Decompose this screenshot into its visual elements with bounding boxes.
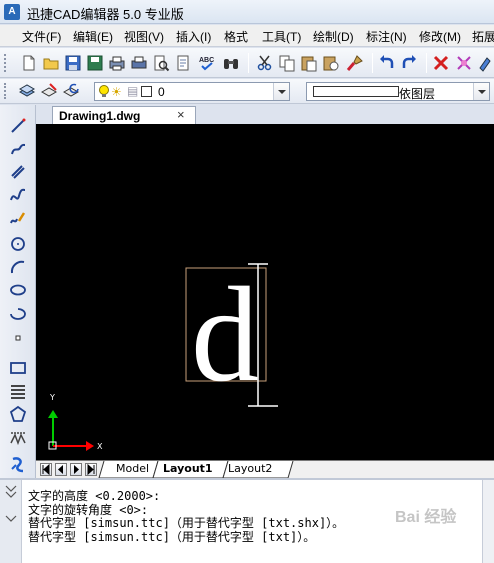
polyline-tool-icon[interactable] bbox=[9, 140, 27, 158]
menu-file[interactable]: 文件(F) bbox=[22, 28, 61, 45]
layer-lock-icon[interactable]: ▤ bbox=[127, 84, 138, 98]
linetype-value: 依图层 bbox=[399, 87, 436, 101]
toolbar-separator bbox=[248, 53, 249, 73]
layer-manager-icon[interactable] bbox=[18, 82, 36, 100]
tab-layout2[interactable]: Layout2 bbox=[228, 462, 272, 478]
block-tool-icon[interactable] bbox=[9, 455, 27, 473]
sketch-tool-icon[interactable] bbox=[9, 209, 27, 227]
revcloud-tool-icon[interactable] bbox=[9, 428, 27, 446]
command-scrollbar[interactable] bbox=[482, 480, 494, 563]
tab-layout1[interactable]: Layout1 bbox=[163, 462, 213, 478]
new-file-icon[interactable] bbox=[20, 54, 38, 72]
menu-bar: 文件(F) 编辑(E) 视图(V) 插入(I) 格式 工具(T) 绘制(D) 标… bbox=[0, 25, 494, 47]
toolbar-grip[interactable] bbox=[4, 83, 8, 99]
tab-model[interactable]: Model bbox=[116, 462, 149, 478]
tab-drawing1[interactable]: Drawing1.dwg × bbox=[52, 106, 196, 124]
linetype-swatch bbox=[313, 86, 399, 97]
app-logo-icon: A bbox=[4, 4, 20, 20]
document-tab-strip: Drawing1.dwg × bbox=[36, 105, 494, 124]
layer-name: 0 bbox=[158, 85, 165, 99]
draw-toolbar bbox=[0, 105, 36, 485]
ucs-y-label: Y bbox=[49, 393, 55, 402]
chevron-down-icon[interactable] bbox=[273, 83, 289, 100]
menu-draw[interactable]: 绘制(D) bbox=[313, 28, 354, 45]
layer-state-icon[interactable] bbox=[40, 82, 58, 100]
ucs-x-arrow-icon bbox=[86, 441, 94, 451]
point-tool-icon[interactable] bbox=[9, 329, 27, 347]
toolbar-separator bbox=[372, 53, 373, 73]
linetype-dropdown[interactable]: 依图层 bbox=[306, 82, 490, 101]
cut-scissors-icon[interactable] bbox=[256, 54, 274, 72]
explode-icon[interactable] bbox=[455, 54, 473, 72]
layer-dropdown[interactable]: ☀ ▤ 0 bbox=[94, 82, 290, 101]
command-history: 文字的高度 <0.2000>: 文字的旋转角度 <0>: 替代字型 [simsun.… bbox=[28, 489, 345, 544]
match-properties-brush-icon[interactable] bbox=[346, 54, 364, 72]
text-entity-d[interactable]: d bbox=[191, 260, 259, 410]
document-tab-label: Drawing1.dwg bbox=[59, 109, 141, 123]
polygon-tool-icon[interactable] bbox=[9, 405, 27, 423]
layer-freeze-sun-icon[interactable]: ☀ bbox=[111, 85, 122, 99]
command-line: 文字的旋转角度 <0>: bbox=[28, 502, 149, 517]
cad-editor-window: A 迅捷CAD编辑器 5.0 专业版 文件(F) 编辑(E) 视图(V) 插入(… bbox=[0, 0, 494, 563]
next-layout-button[interactable] bbox=[70, 463, 82, 476]
layer-color-swatch[interactable] bbox=[141, 86, 152, 97]
toolbar-separator bbox=[426, 53, 427, 73]
line-tool-icon[interactable] bbox=[9, 117, 27, 135]
menu-extend[interactable]: 拓展 bbox=[472, 28, 494, 45]
close-icon[interactable]: × bbox=[177, 107, 185, 122]
multiline-tool-icon[interactable] bbox=[9, 163, 27, 181]
command-window-grip[interactable] bbox=[0, 480, 22, 563]
layer-toolbar: ☀ ▤ 0 依图层 bbox=[0, 79, 494, 104]
circle-tool-icon[interactable] bbox=[9, 235, 27, 253]
save-as-icon[interactable] bbox=[86, 54, 104, 72]
layer-on-bulb-icon[interactable] bbox=[98, 84, 110, 102]
toolbar-grip[interactable] bbox=[4, 54, 8, 72]
ucs-y-arrow-icon bbox=[48, 410, 58, 418]
command-line: 文字的高度 <0.2000>: bbox=[28, 489, 161, 503]
chevron-down-icon[interactable] bbox=[473, 83, 489, 100]
watermark: Bai 经验 bbox=[395, 509, 457, 526]
first-layout-button[interactable] bbox=[40, 463, 52, 476]
drawing-canvas[interactable]: d Y X bbox=[36, 124, 494, 460]
menu-tools[interactable]: 工具(T) bbox=[262, 28, 301, 45]
find-binoculars-icon[interactable] bbox=[222, 54, 240, 72]
layer-previous-icon[interactable] bbox=[62, 82, 80, 100]
ellipse-tool-icon[interactable] bbox=[9, 281, 27, 299]
spline-tool-icon[interactable] bbox=[9, 186, 27, 204]
title-bar: A 迅捷CAD编辑器 5.0 专业版 bbox=[0, 0, 494, 24]
window-title: 迅捷CAD编辑器 5.0 专业版 bbox=[27, 7, 184, 22]
ucs-x-label: X bbox=[97, 442, 103, 451]
paste-icon[interactable] bbox=[300, 54, 318, 72]
erase-x-icon[interactable] bbox=[432, 54, 450, 72]
open-folder-icon[interactable] bbox=[42, 54, 60, 72]
plot-icon[interactable] bbox=[130, 54, 148, 72]
menu-insert[interactable]: 插入(I) bbox=[176, 28, 211, 45]
paste-special-icon[interactable] bbox=[322, 54, 340, 72]
command-line: 替代字型 [simsun.ttc]（用于替代字型 [txt.shx]）。 bbox=[28, 516, 345, 530]
copy-icon[interactable] bbox=[278, 54, 296, 72]
menu-view[interactable]: 视图(V) bbox=[124, 28, 164, 45]
ellipse-arc-tool-icon[interactable] bbox=[9, 304, 27, 322]
save-icon[interactable] bbox=[64, 54, 82, 72]
standard-toolbar: ABC bbox=[0, 48, 494, 78]
undo-icon[interactable] bbox=[378, 54, 396, 72]
rectangle-tool-icon[interactable] bbox=[9, 359, 27, 377]
menu-format[interactable]: 格式 bbox=[224, 28, 248, 45]
last-layout-button[interactable] bbox=[85, 463, 97, 476]
annotate-icon[interactable] bbox=[478, 54, 494, 72]
spell-check-icon[interactable]: ABC bbox=[198, 54, 216, 72]
menu-modify[interactable]: 修改(M) bbox=[419, 28, 461, 45]
prev-layout-button[interactable] bbox=[55, 463, 67, 476]
redo-icon[interactable] bbox=[400, 54, 418, 72]
print-preview-icon[interactable] bbox=[152, 54, 170, 72]
page-setup-icon[interactable] bbox=[174, 54, 192, 72]
canvas-graphics: d Y X bbox=[48, 260, 278, 451]
layout-tab-bar: Model Layout1 Layout2 bbox=[36, 460, 494, 479]
print-icon[interactable] bbox=[108, 54, 126, 72]
arc-tool-icon[interactable] bbox=[9, 258, 27, 276]
command-line: 替代字型 [simsun.ttc]（用于替代字型 [txt]）。 bbox=[28, 529, 316, 544]
menu-edit[interactable]: 编辑(E) bbox=[73, 28, 113, 45]
hatch-tool-icon[interactable] bbox=[9, 382, 27, 400]
menu-dimension[interactable]: 标注(N) bbox=[366, 28, 407, 45]
